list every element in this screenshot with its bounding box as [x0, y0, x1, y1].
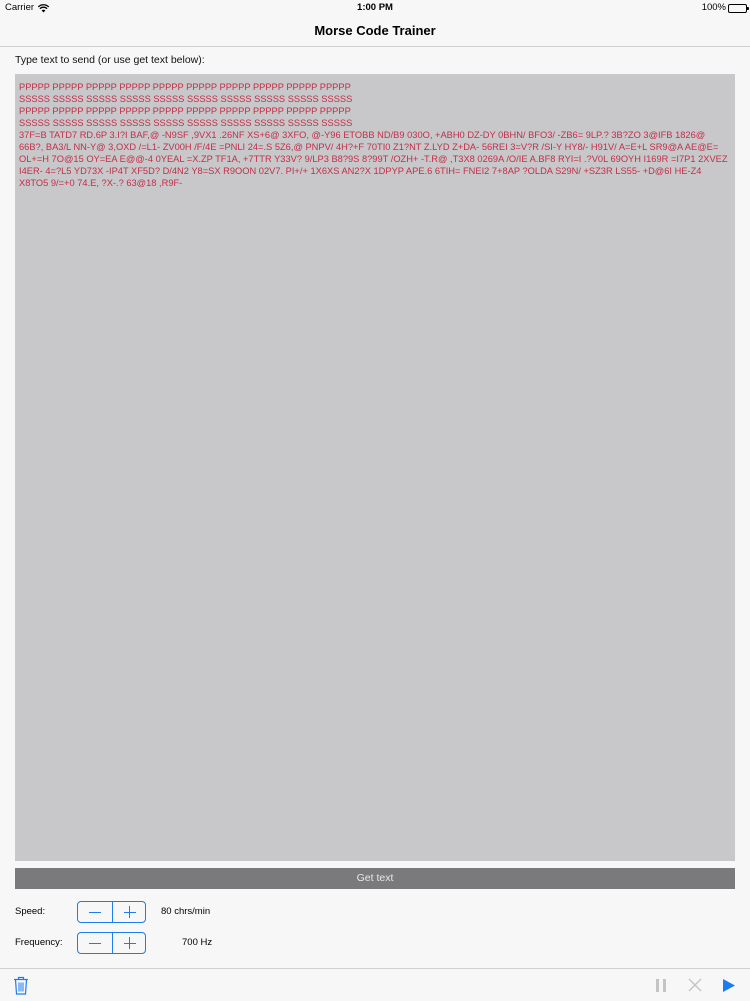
- get-text-button[interactable]: Get text: [15, 868, 735, 889]
- frequency-value: 700 Hz: [182, 937, 213, 948]
- speed-stepper[interactable]: [77, 901, 146, 923]
- frequency-label: Frequency:: [15, 937, 63, 948]
- input-prompt: Type text to send (or use get text below…: [15, 54, 205, 66]
- battery-percentage: 100%: [701, 2, 726, 13]
- frequency-increase-button[interactable]: [111, 933, 146, 953]
- speed-label: Speed:: [15, 906, 46, 917]
- clock: 1:00 PM: [357, 2, 393, 13]
- navigation-bar: Morse Code Trainer: [0, 16, 750, 47]
- frequency-stepper[interactable]: [77, 932, 146, 954]
- status-bar: Carrier 1:00 PM 100%: [0, 0, 750, 16]
- frequency-decrease-button[interactable]: [78, 933, 112, 953]
- battery-icon: [728, 4, 749, 13]
- speed-increase-button[interactable]: [111, 902, 146, 922]
- play-icon[interactable]: [719, 969, 739, 1001]
- speed-decrease-button[interactable]: [78, 902, 112, 922]
- speed-value: 80 chrs/min: [161, 906, 211, 917]
- stop-icon[interactable]: [685, 969, 705, 1001]
- page-title: Morse Code Trainer: [314, 23, 436, 38]
- pause-icon[interactable]: [651, 969, 671, 1001]
- bottom-toolbar: [0, 968, 750, 1000]
- trash-icon[interactable]: [10, 969, 32, 1001]
- morse-text-input[interactable]: PPPPP PPPPP PPPPP PPPPP PPPPP PPPPP PPPP…: [15, 74, 735, 861]
